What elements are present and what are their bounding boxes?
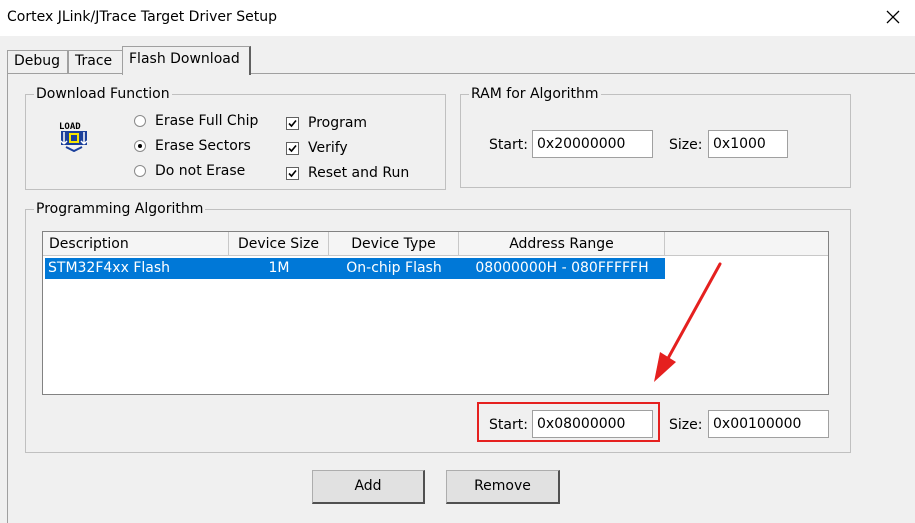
checkbox-label: Program: [308, 115, 368, 131]
cell-address-range: 08000000H - 080FFFFFH: [475, 260, 649, 276]
ram-algorithm-legend: RAM for Algorithm: [471, 86, 599, 102]
remove-button[interactable]: Remove: [446, 470, 560, 504]
add-button[interactable]: Add: [312, 470, 425, 504]
tab-debug[interactable]: Debug: [7, 50, 68, 74]
window-title: Cortex JLink/JTrace Target Driver Setup: [7, 9, 277, 25]
checkbox-label: Reset and Run: [308, 165, 410, 181]
programming-algorithm-legend: Programming Algorithm: [36, 201, 204, 217]
algorithm-size-label: Size:: [669, 417, 703, 433]
check-reset-and-run[interactable]: Reset and Run: [286, 165, 409, 181]
radio-erase-full-chip[interactable]: Erase Full Chip: [134, 113, 258, 129]
radio-do-not-erase[interactable]: Do not Erase: [134, 163, 245, 179]
check-verify[interactable]: Verify: [286, 140, 348, 156]
load-icon-text: LOAD: [59, 122, 81, 132]
load-icon: LOAD: [58, 118, 92, 153]
check-program[interactable]: Program: [286, 115, 367, 131]
cell-device-type: On-chip Flash: [346, 260, 442, 276]
column-device-size[interactable]: Device Size: [229, 232, 329, 256]
ram-size-input[interactable]: [708, 130, 788, 158]
radio-erase-sectors[interactable]: Erase Sectors: [134, 138, 251, 154]
column-address-range[interactable]: Address Range: [459, 232, 665, 256]
radio-indicator[interactable]: [134, 165, 146, 177]
radio-label: Erase Sectors: [155, 138, 251, 154]
checkbox[interactable]: [286, 141, 299, 155]
ram-start-input[interactable]: [532, 130, 653, 158]
download-function-legend: Download Function: [36, 86, 170, 102]
cell-description: STM32F4xx Flash: [48, 260, 171, 276]
ram-start-label: Start:: [489, 137, 528, 153]
column-description[interactable]: Description: [43, 232, 229, 256]
title-bar: Cortex JLink/JTrace Target Driver Setup: [0, 0, 915, 36]
close-icon[interactable]: [881, 5, 905, 29]
cell-device-size: 1M: [268, 260, 290, 276]
radio-label: Do not Erase: [155, 163, 246, 179]
column-device-type[interactable]: Device Type: [329, 232, 459, 256]
checkbox-label: Verify: [308, 140, 348, 156]
checkbox[interactable]: [286, 166, 299, 180]
ram-size-label: Size:: [669, 137, 703, 153]
tab-flash-download[interactable]: Flash Download: [122, 46, 251, 75]
radio-label: Erase Full Chip: [155, 113, 259, 129]
annotation-arrow-icon: [640, 258, 730, 392]
table-row[interactable]: STM32F4xx Flash 1M On-chip Flash 0800000…: [45, 258, 665, 279]
annotation-highlight-box: [477, 402, 660, 442]
radio-indicator[interactable]: [134, 115, 146, 127]
radio-indicator[interactable]: [134, 140, 146, 152]
column-filler: [665, 232, 828, 256]
list-header: Description Device Size Device Type Addr…: [43, 232, 828, 256]
algorithm-size-input[interactable]: [708, 410, 829, 438]
tab-trace[interactable]: Trace: [68, 50, 124, 74]
checkbox[interactable]: [286, 116, 299, 130]
